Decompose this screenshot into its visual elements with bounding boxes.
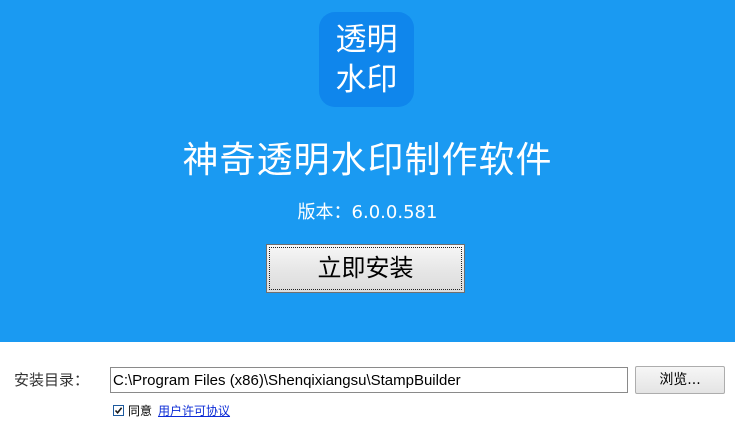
app-logo: 透明 水印 xyxy=(319,12,414,107)
version-text: 版本：6.0.0.581 xyxy=(297,202,438,223)
agree-label: 同意 xyxy=(128,404,153,418)
logo-text-line2: 水印 xyxy=(335,62,398,98)
check-icon xyxy=(114,407,123,415)
header-banner: 透明 水印 神奇透明水印制作软件 版本：6.0.0.581 立即安装 xyxy=(0,0,735,342)
browse-button[interactable]: 浏览... xyxy=(635,366,725,394)
install-now-button[interactable]: 立即安装 xyxy=(266,244,465,293)
agree-checkbox[interactable] xyxy=(113,405,124,416)
install-dir-input[interactable] xyxy=(110,367,628,393)
license-agreement-link[interactable]: 用户许可协议 xyxy=(158,403,230,419)
app-title: 神奇透明水印制作软件 xyxy=(182,140,553,181)
install-dir-label: 安装目录： xyxy=(14,371,90,389)
logo-text-line1: 透明 xyxy=(335,22,398,58)
